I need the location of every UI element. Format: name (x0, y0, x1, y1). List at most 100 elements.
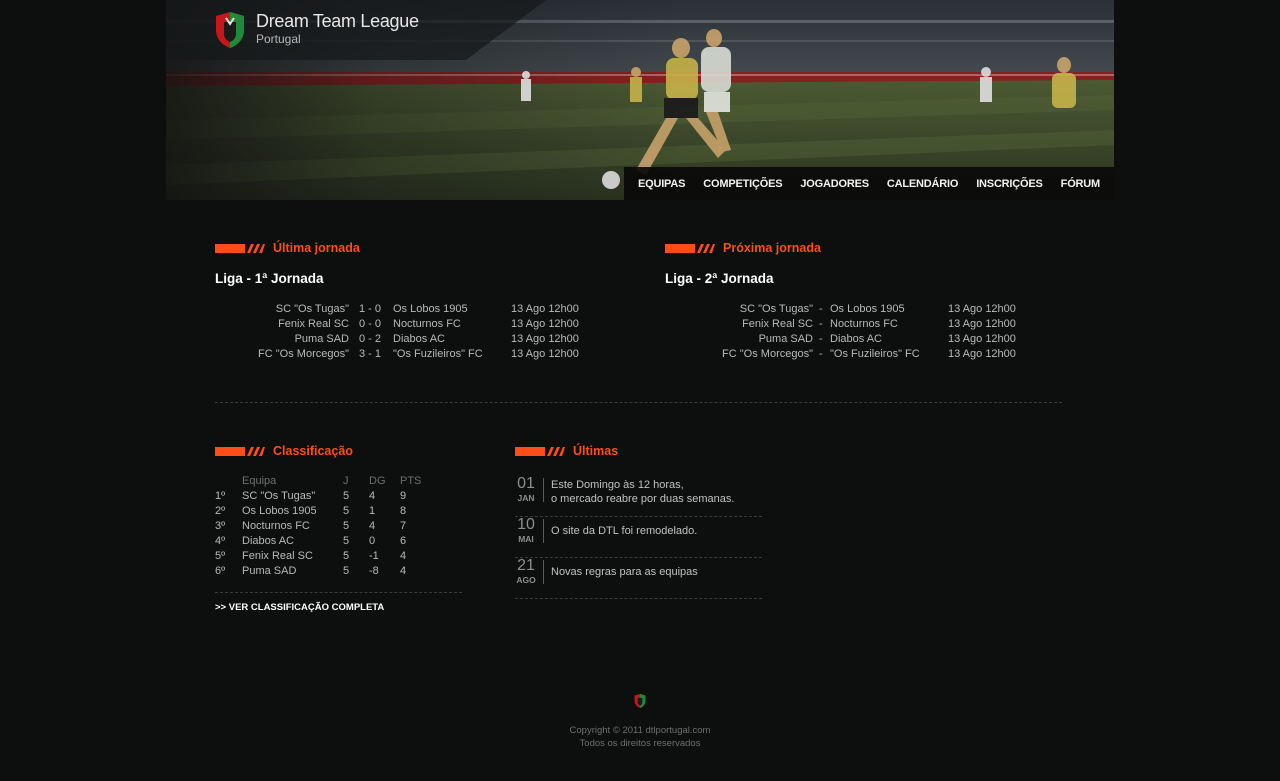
news-line: Novas regras para as equipas (551, 566, 698, 578)
fixture-home: FC "Os Morcegos" (258, 348, 349, 360)
col-dg: DG (369, 475, 386, 487)
nav-item-competicoes[interactable]: COMPETIÇÕES (703, 178, 782, 190)
fixture-row[interactable]: Puma SAD - Diabos AC 13 Ago 12h00 (665, 332, 1085, 347)
site-title: Dream Team League (256, 11, 419, 31)
row-team: Nocturnos FC (242, 520, 310, 532)
row-dg: -1 (369, 550, 379, 562)
fixture-away: Os Lobos 1905 (393, 303, 468, 315)
stripes-icon (215, 446, 265, 456)
news-text[interactable]: Este Domingo às 12 horas, o mercado reab… (551, 478, 734, 506)
fixture-row[interactable]: SC "Os Tugas" 1 - 0 Os Lobos 1905 13 Ago… (215, 302, 635, 317)
row-pos: 4º (215, 535, 226, 547)
row-pos: 1º (215, 490, 226, 502)
nav-item-inscricoes[interactable]: INSCRIÇÕES (976, 178, 1043, 190)
site-subtitle: Portugal (256, 32, 301, 46)
news-separator (543, 519, 544, 543)
row-j: 5 (343, 565, 350, 577)
table-row[interactable]: 1º SC "Os Tugas" 5 4 9 (215, 489, 430, 504)
table-row[interactable]: 6º Puma SAD 5 -8 4 (215, 564, 430, 579)
nav-item-jogadores[interactable]: JOGADORES (800, 178, 869, 190)
row-pts: 7 (400, 520, 407, 532)
fixture-home: Fenix Real SC (742, 318, 813, 330)
row-team: Puma SAD (242, 565, 297, 577)
fixture-score: 0 - 0 (359, 318, 382, 330)
fixture-row[interactable]: Puma SAD 0 - 2 Diabos AC 13 Ago 12h00 (215, 332, 635, 347)
news-text[interactable]: O site da DTL foi remodelado. (551, 524, 697, 538)
fixture-away: Diabos AC (830, 333, 882, 345)
standings-divider (215, 592, 462, 593)
next-round-heading: Próxima jornada (665, 241, 821, 255)
row-j: 5 (343, 490, 350, 502)
table-row[interactable]: 5º Fenix Real SC 5 -1 4 (215, 549, 430, 564)
row-team: Os Lobos 1905 (242, 505, 317, 517)
last-round-heading-label: Última jornada (273, 241, 360, 255)
fixture-row[interactable]: Fenix Real SC 0 - 0 Nocturnos FC 13 Ago … (215, 317, 635, 332)
news-item[interactable]: 10 MAI O site da DTL foi remodelado. (515, 516, 762, 558)
next-round-title: Liga - 2ª Jornada (665, 271, 774, 286)
news-text[interactable]: Novas regras para as equipas (551, 565, 698, 579)
news-heading-label: Últimas (573, 444, 619, 458)
fixture-home: Puma SAD (758, 333, 813, 345)
row-pts: 4 (400, 550, 407, 562)
fixture-row[interactable]: Fenix Real SC - Nocturnos FC 13 Ago 12h0… (665, 317, 1085, 332)
nav-item-forum[interactable]: FÓRUM (1061, 178, 1101, 190)
news-date: 21 AGO (515, 557, 537, 585)
news-item[interactable]: 21 AGO Novas regras para as equipas (515, 557, 762, 599)
footer-copyright: Copyright © 2011 dtlportugal.com (569, 725, 711, 736)
table-row[interactable]: 4º Diabos AC 5 0 6 (215, 534, 430, 549)
news-separator (543, 478, 544, 502)
fixture-score: - (819, 318, 823, 330)
fixture-home: SC "Os Tugas" (275, 303, 349, 315)
fixture-score: 1 - 0 (359, 303, 382, 315)
news-line: O site da DTL foi remodelado. (551, 525, 698, 537)
site-logo[interactable]: Dream Team League Portugal (212, 10, 419, 50)
fixture-row[interactable]: SC "Os Tugas" - Os Lobos 1905 13 Ago 12h… (665, 302, 1085, 317)
row-j: 5 (343, 505, 350, 517)
row-pos: 3º (215, 520, 226, 532)
table-row[interactable]: 2º Os Lobos 1905 5 1 8 (215, 504, 430, 519)
fixture-score: - (819, 333, 823, 345)
col-j: J (343, 475, 349, 487)
fixture-date: 13 Ago 12h00 (948, 348, 1016, 360)
row-team: SC "Os Tugas" (242, 490, 316, 502)
nav-item-equipas[interactable]: EQUIPAS (638, 178, 685, 190)
news-heading: Últimas (515, 444, 618, 458)
news-separator (543, 560, 544, 584)
news-item[interactable]: 01 JAN Este Domingo às 12 horas, o merca… (515, 475, 762, 517)
row-pts: 4 (400, 565, 407, 577)
row-dg: -8 (369, 565, 379, 577)
row-pos: 2º (215, 505, 226, 517)
row-dg: 1 (369, 505, 376, 517)
row-j: 5 (343, 535, 350, 547)
fixture-date: 13 Ago 12h00 (511, 348, 579, 360)
standings-heading: Classificação (215, 444, 353, 458)
main-nav: EQUIPAS COMPETIÇÕES JOGADORES CALENDÁRIO… (623, 167, 1114, 200)
news-day: 10 (517, 516, 535, 533)
standings-heading-label: Classificação (273, 444, 353, 458)
stripes-icon (665, 243, 715, 253)
fixture-away: Nocturnos FC (393, 318, 461, 330)
row-dg: 4 (369, 520, 376, 532)
last-round-fixtures: SC "Os Tugas" 1 - 0 Os Lobos 1905 13 Ago… (215, 302, 635, 362)
table-row[interactable]: 3º Nocturnos FC 5 4 7 (215, 519, 430, 534)
col-team: Equipa (242, 475, 277, 487)
row-pts: 9 (400, 490, 407, 502)
nav-item-calendario[interactable]: CALENDÁRIO (887, 178, 959, 190)
news-month: JAN (517, 493, 535, 503)
news-date: 10 MAI (515, 516, 537, 544)
col-pos (215, 474, 242, 489)
fixture-date: 13 Ago 12h00 (511, 318, 579, 330)
news-line: o mercado reabre por duas semanas. (551, 493, 735, 505)
row-j: 5 (343, 520, 350, 532)
fixture-date: 13 Ago 12h00 (948, 303, 1016, 315)
full-standings-link[interactable]: >> VER CLASSIFICAÇÃO COMPLETA (215, 602, 384, 613)
fixture-row[interactable]: FC "Os Morcegos" 3 - 1 "Os Fuzileiros" F… (215, 347, 635, 362)
fixture-away: "Os Fuzileiros" FC (393, 348, 483, 360)
header-banner: Dream Team League Portugal EQUIPAS COMPE… (166, 0, 1114, 200)
news-line: Este Domingo às 12 horas, (551, 479, 684, 491)
fixture-row[interactable]: FC "Os Morcegos" - "Os Fuzileiros" FC 13… (665, 347, 1085, 362)
last-round-heading: Última jornada (215, 241, 360, 255)
row-pos: 5º (215, 550, 226, 562)
fixture-score: - (819, 348, 823, 360)
row-pts: 6 (400, 535, 407, 547)
